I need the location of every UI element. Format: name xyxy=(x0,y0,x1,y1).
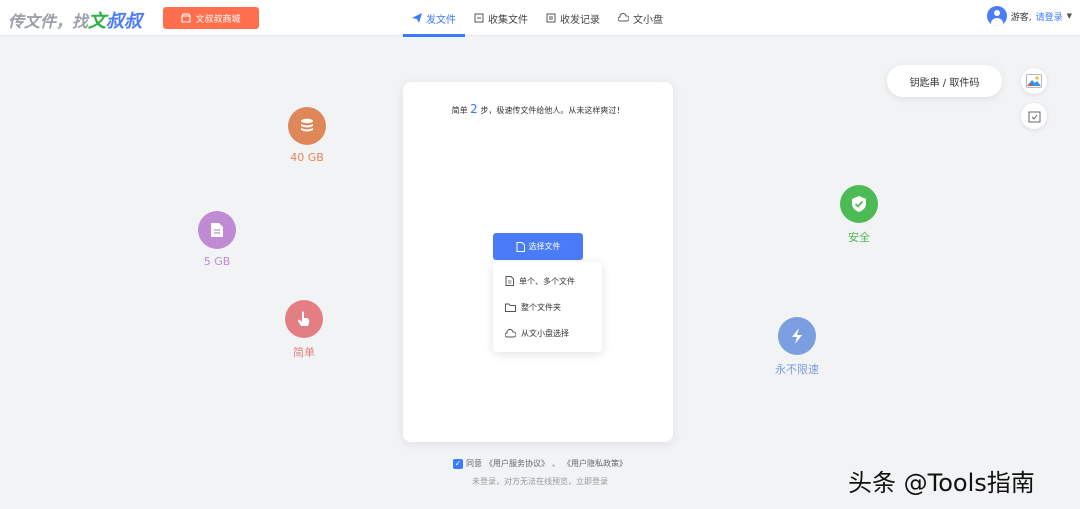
feature-storage-40: 40 GB xyxy=(267,107,347,164)
record-icon xyxy=(546,13,556,23)
tagline-step-count: 2 xyxy=(470,102,478,116)
cloud-icon xyxy=(505,328,516,337)
logo-prefix: 传文件，找 xyxy=(8,12,89,31)
store-icon xyxy=(181,13,191,23)
logo[interactable]: 传文件，找文叔叔 xyxy=(8,7,142,33)
shop-button-label: 文叔叔商城 xyxy=(195,14,241,25)
menu-item-files[interactable]: 单个、多个文件 xyxy=(493,268,602,294)
tagline-pre: 简单 xyxy=(451,106,471,115)
feature-speed: 永不限速 xyxy=(757,317,837,377)
file-icon xyxy=(516,241,525,252)
menu-item-folder[interactable]: 整个文件夹 xyxy=(493,294,602,320)
separator: 、 xyxy=(552,459,560,468)
lightning-icon xyxy=(778,317,816,355)
avatar[interactable] xyxy=(986,6,1007,26)
tagline-post: 步，极速传文件给他人。从未这样爽过！ xyxy=(477,106,625,115)
tab-records[interactable]: 收发记录 xyxy=(537,0,609,36)
tab-send-file[interactable]: 发文件 xyxy=(403,0,465,37)
calendar-check-icon[interactable] xyxy=(1021,103,1047,129)
tab-wenxiaopan[interactable]: 文小盘 xyxy=(609,0,672,36)
select-file-label: 选择文件 xyxy=(528,242,561,251)
tab-label: 文小盘 xyxy=(633,14,663,26)
send-icon xyxy=(412,13,422,23)
key-code-button[interactable]: 钥匙串 / 取件码 xyxy=(887,65,1002,97)
agree-checkbox[interactable]: ✓ xyxy=(453,458,463,469)
agree-prefix: 同意 xyxy=(466,459,482,468)
feature-label: 永不限速 xyxy=(775,363,819,376)
menu-item-label: 从文小盘选择 xyxy=(521,328,569,338)
feature-storage-5: 5 GB xyxy=(177,211,257,268)
image-icon[interactable] xyxy=(1021,68,1047,94)
cloud-icon xyxy=(618,13,629,22)
feature-label: 安全 xyxy=(848,231,870,244)
tab-collect-file[interactable]: 收集文件 xyxy=(465,0,537,36)
guest-label: 游客, xyxy=(1010,12,1032,23)
database-icon xyxy=(288,107,326,145)
select-file-button[interactable]: 选择文件 xyxy=(493,233,583,260)
feature-label: 5 GB xyxy=(203,255,231,268)
menu-item-label: 单个、多个文件 xyxy=(519,276,575,286)
user-area: 游客, 请登录 ▼ xyxy=(986,6,1072,26)
top-header: 传文件，找文叔叔 文叔叔商城 发文件 收集文件 收发记录 文小盘 游客, 请登录… xyxy=(0,0,1080,37)
tab-label: 收发记录 xyxy=(560,14,600,26)
feature-label: 简单 xyxy=(293,346,315,359)
file-icon xyxy=(505,276,514,286)
feature-label: 40 GB xyxy=(290,151,324,164)
shop-button[interactable]: 文叔叔商城 xyxy=(163,7,259,29)
logo-wen: 文 xyxy=(88,11,107,32)
tagline: 简单 2 步，极速传文件给他人。从未这样爽过！ xyxy=(403,102,673,116)
terms-link[interactable]: 《用户服务协议》 xyxy=(485,458,549,469)
collect-icon xyxy=(474,13,484,23)
upload-card: 简单 2 步，极速传文件给他人。从未这样爽过！ 选择文件 单个、多个文件 整个文… xyxy=(403,82,673,442)
folder-icon xyxy=(505,303,516,312)
logo-shushu: 叔叔 xyxy=(106,11,143,32)
menu-item-label: 整个文件夹 xyxy=(521,302,561,312)
document-icon xyxy=(198,211,236,249)
watermark: 头条 @Tools指南 xyxy=(848,469,1035,497)
chevron-down-icon[interactable]: ▼ xyxy=(1067,12,1072,20)
menu-item-wenxiaopan[interactable]: 从文小盘选择 xyxy=(493,320,602,346)
privacy-link[interactable]: 《用户隐私政策》 xyxy=(563,458,627,469)
feature-secure: 安全 xyxy=(819,185,899,245)
shield-check-icon xyxy=(840,185,878,223)
login-link[interactable]: 请登录 xyxy=(1036,10,1063,23)
feature-simple: 简单 xyxy=(264,300,344,360)
tab-label: 发文件 xyxy=(426,14,456,26)
tab-label: 收集文件 xyxy=(488,14,528,26)
main-nav: 发文件 收集文件 收发记录 文小盘 xyxy=(403,0,672,37)
file-type-menu: 单个、多个文件 整个文件夹 从文小盘选择 xyxy=(493,262,602,352)
hand-pointer-icon xyxy=(285,300,323,338)
